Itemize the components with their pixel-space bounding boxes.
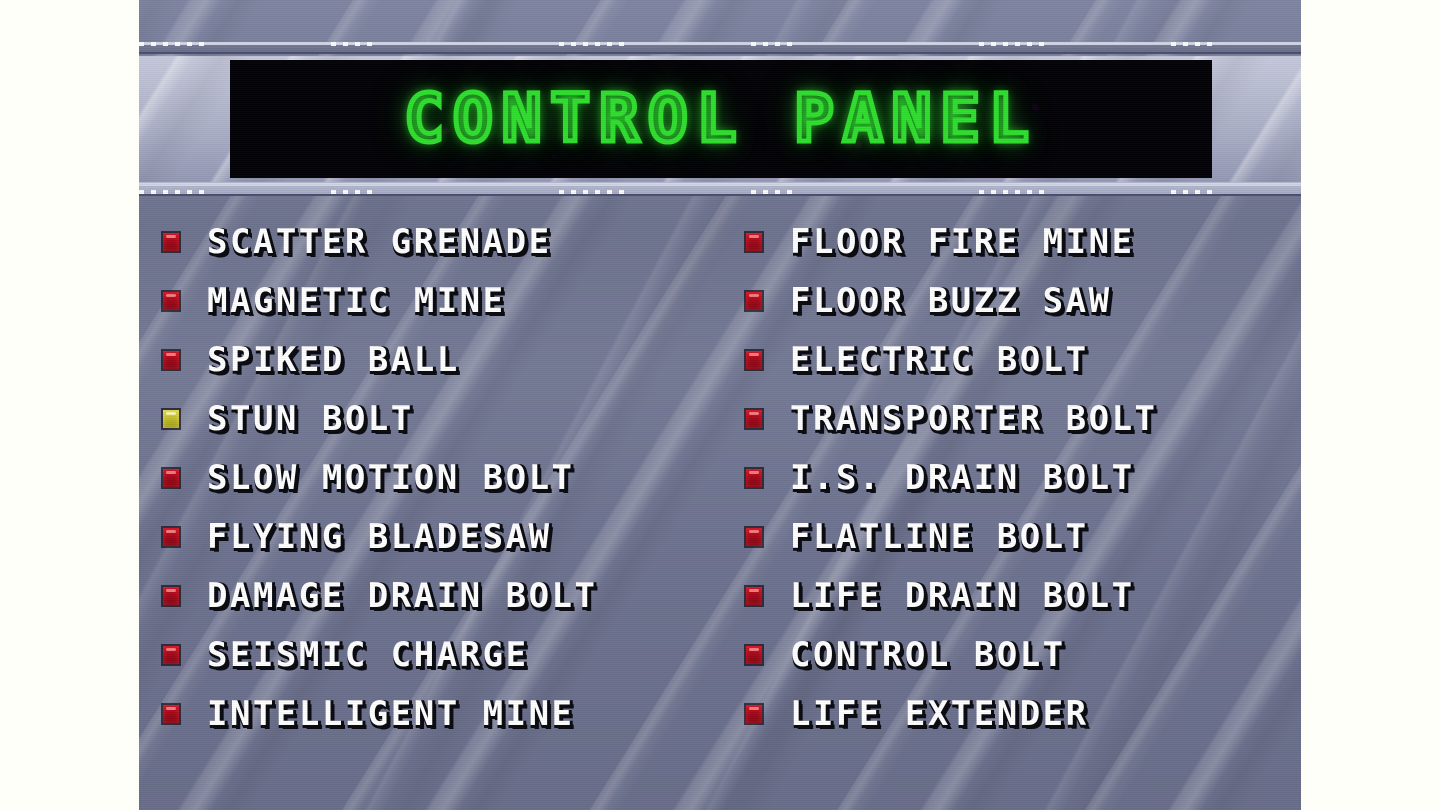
letterbox-left	[0, 0, 139, 810]
status-indicator-red-icon[interactable]	[161, 289, 181, 312]
letterbox-right	[1301, 0, 1440, 810]
marquee: CONTROL PANEL	[139, 56, 1301, 184]
option-label: LIFE DRAIN BOLT	[790, 575, 1135, 616]
option-label: FLOOR BUZZ SAW	[790, 280, 1112, 321]
status-indicator-red-icon[interactable]	[161, 466, 181, 489]
option-row[interactable]: INTELLIGENT MINE	[161, 684, 731, 743]
status-indicator-red-icon[interactable]	[744, 289, 764, 312]
option-label: ELECTRIC BOLT	[790, 339, 1089, 380]
page-title: CONTROL PANEL	[402, 80, 1038, 157]
option-row[interactable]: FLOOR FIRE MINE	[744, 212, 1301, 271]
status-indicator-red-icon[interactable]	[161, 643, 181, 666]
option-label: LIFE EXTENDER	[790, 693, 1089, 734]
option-row[interactable]: DAMAGE DRAIN BOLT	[161, 566, 731, 625]
option-row[interactable]: TRANSPORTER BOLT	[744, 389, 1301, 448]
status-indicator-red-icon[interactable]	[161, 348, 181, 371]
option-label: DAMAGE DRAIN BOLT	[207, 575, 598, 616]
option-row[interactable]: LIFE EXTENDER	[744, 684, 1301, 743]
option-label: CONTROL BOLT	[790, 634, 1066, 675]
status-indicator-red-icon[interactable]	[744, 643, 764, 666]
option-label: FLYING BLADESAW	[207, 516, 552, 557]
option-row[interactable]: SEISMIC CHARGE	[161, 625, 731, 684]
status-indicator-red-icon[interactable]	[161, 525, 181, 548]
option-row[interactable]: LIFE DRAIN BOLT	[744, 566, 1301, 625]
game-screen: CONTROL PANEL SCATTER GRENADE MAGNETIC MI…	[139, 0, 1301, 810]
option-row[interactable]: I.S. DRAIN BOLT	[744, 448, 1301, 507]
option-label: TRANSPORTER BOLT	[790, 398, 1158, 439]
option-row[interactable]: SCATTER GRENADE	[161, 212, 731, 271]
options-column-right: FLOOR FIRE MINE FLOOR BUZZ SAW ELECTRIC BO…	[744, 212, 1301, 743]
status-indicator-red-icon[interactable]	[744, 466, 764, 489]
option-row[interactable]: CONTROL BOLT	[744, 625, 1301, 684]
option-row[interactable]: ELECTRIC BOLT	[744, 330, 1301, 389]
option-row[interactable]: FLATLINE BOLT	[744, 507, 1301, 566]
option-label: SEISMIC CHARGE	[207, 634, 529, 675]
status-indicator-red-icon[interactable]	[744, 348, 764, 371]
options-list: SCATTER GRENADE MAGNETIC MINE SPIKED BALL S…	[139, 212, 1301, 734]
status-indicator-red-icon[interactable]	[744, 525, 764, 548]
options-column-left: SCATTER GRENADE MAGNETIC MINE SPIKED BALL S…	[161, 212, 731, 743]
status-indicator-red-icon[interactable]	[744, 702, 764, 725]
option-label: I.S. DRAIN BOLT	[790, 457, 1135, 498]
option-row[interactable]: SLOW MOTION BOLT	[161, 448, 731, 507]
status-indicator-red-icon[interactable]	[161, 230, 181, 253]
option-row[interactable]: SPIKED BALL	[161, 330, 731, 389]
option-label: MAGNETIC MINE	[207, 280, 506, 321]
status-indicator-red-icon[interactable]	[161, 584, 181, 607]
option-row[interactable]: FLOOR BUZZ SAW	[744, 271, 1301, 330]
option-label: FLOOR FIRE MINE	[790, 221, 1135, 262]
status-indicator-red-icon[interactable]	[161, 702, 181, 725]
option-row[interactable]: STUN BOLT	[161, 389, 731, 448]
option-label: SLOW MOTION BOLT	[207, 457, 575, 498]
option-label: STUN BOLT	[207, 398, 414, 439]
option-row[interactable]: MAGNETIC MINE	[161, 271, 731, 330]
option-label: SPIKED BALL	[207, 339, 460, 380]
status-indicator-red-icon[interactable]	[744, 584, 764, 607]
status-indicator-red-icon[interactable]	[744, 230, 764, 253]
status-indicator-yellow-icon[interactable]	[161, 407, 181, 430]
option-row[interactable]: FLYING BLADESAW	[161, 507, 731, 566]
option-label: FLATLINE BOLT	[790, 516, 1089, 557]
screenshot-stage: CONTROL PANEL SCATTER GRENADE MAGNETIC MI…	[0, 0, 1440, 810]
option-label: SCATTER GRENADE	[207, 221, 552, 262]
option-label: INTELLIGENT MINE	[207, 693, 575, 734]
led-display-panel: CONTROL PANEL	[230, 60, 1212, 178]
status-indicator-red-icon[interactable]	[744, 407, 764, 430]
